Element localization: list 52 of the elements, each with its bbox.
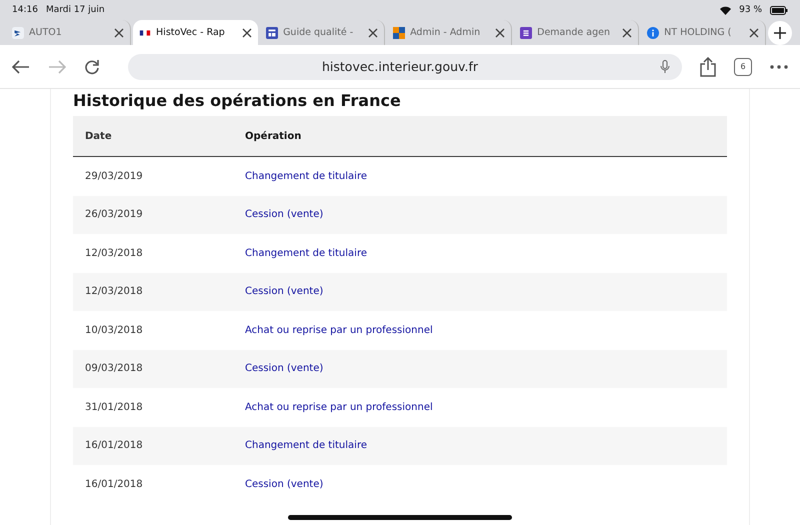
table-cell-text: 12/03/2018 <box>84 286 144 298</box>
browser-tab[interactable]: NT HOLDING ( <box>641 20 766 45</box>
column-header: Opération <box>245 130 302 142</box>
column-header: Date <box>84 130 113 142</box>
status-date: Mardi 17 juin <box>46 5 105 15</box>
table-cell-text: 12/03/2018 <box>84 248 144 259</box>
table-cell-text: 26/03/2019 <box>84 209 144 220</box>
battery-level: 93 % <box>739 5 762 15</box>
layout-icon <box>266 26 278 38</box>
tab-count-button[interactable]: 6 <box>734 58 752 76</box>
squares-icon <box>393 26 406 38</box>
operation-link[interactable]: Cession (vente) <box>245 478 324 490</box>
status-time: 14:16 <box>12 5 38 15</box>
browser-tab[interactable]: Guide qualité - <box>260 20 386 45</box>
close-icon[interactable] <box>495 28 506 38</box>
reload-icon[interactable] <box>84 58 100 74</box>
close-icon[interactable] <box>242 28 252 38</box>
battery-icon <box>770 6 788 14</box>
info-icon <box>647 26 660 38</box>
back-icon[interactable] <box>12 60 30 74</box>
wifi-icon <box>720 6 732 14</box>
browser-tab[interactable]: AUTO1 <box>6 20 132 45</box>
operation-link[interactable]: Achat ou reprise par un professionnel <box>245 402 433 413</box>
table-cell-text: 31/01/2018 <box>84 402 144 413</box>
table-cell-text: 29/03/2019 <box>84 170 144 182</box>
more-icon[interactable] <box>770 64 788 68</box>
close-icon[interactable] <box>114 28 124 38</box>
table-cell-text: 09/03/2018 <box>84 363 144 374</box>
close-icon[interactable] <box>749 28 760 38</box>
address-bar[interactable]: histovec.interieur.gouv.fr <box>128 54 682 80</box>
table-cell-text: 16/01/2018 <box>84 478 144 490</box>
operation-link[interactable]: Changement de titulaire <box>245 248 367 259</box>
share-icon[interactable] <box>700 56 716 76</box>
operation-link[interactable]: Changement de titulaire <box>245 440 367 452</box>
form-icon <box>520 26 532 38</box>
new-tab-button[interactable] <box>768 20 792 44</box>
operation-link[interactable]: Cession (vente) <box>245 209 324 220</box>
close-icon[interactable] <box>368 28 378 38</box>
browser-tab[interactable]: Demande agen <box>514 20 640 45</box>
table-cell-text: 16/01/2018 <box>84 440 144 452</box>
operation-link[interactable]: Changement de titulaire <box>245 170 367 182</box>
operation-link[interactable]: Achat ou reprise par un professionnel <box>245 324 433 336</box>
plus-icon <box>774 26 786 38</box>
microphone-icon[interactable] <box>660 60 670 74</box>
section-heading: Historique des opérations en France <box>73 91 402 110</box>
arrow-logo-icon <box>12 26 24 38</box>
close-icon[interactable] <box>622 28 632 38</box>
table-cell-text: 10/03/2018 <box>84 324 144 336</box>
browser-tab[interactable]: Admin - Admin <box>387 20 512 45</box>
browser-tab[interactable]: HistoVec - Rap <box>133 20 258 45</box>
operation-link[interactable]: Cession (vente) <box>245 286 324 298</box>
operation-link[interactable]: Cession (vente) <box>245 363 324 374</box>
